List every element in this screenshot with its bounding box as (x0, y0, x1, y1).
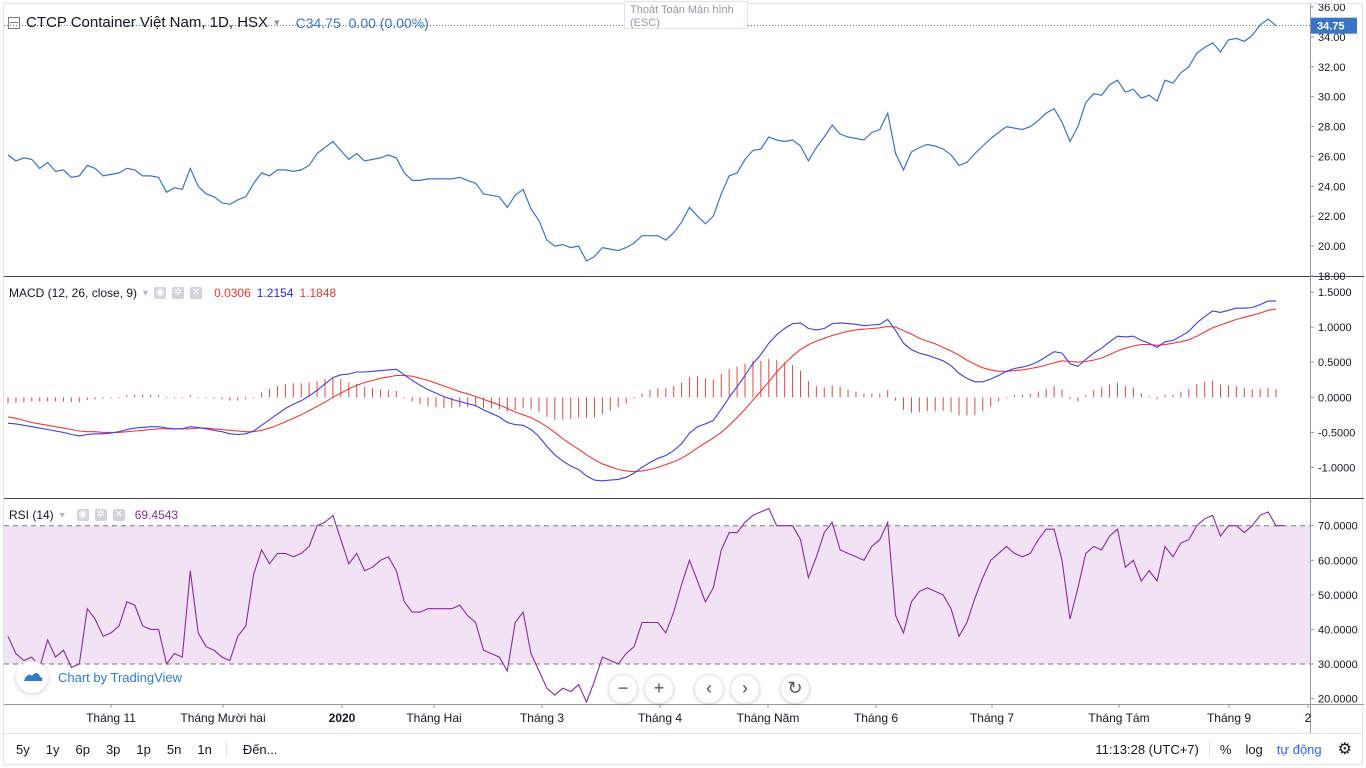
time-tick-label: Tháng 11 (86, 711, 136, 725)
macd-tick-label: -1.0000 (1318, 462, 1355, 474)
close-icon[interactable]: ✕ (112, 509, 125, 521)
price-tick-label: 22.00 (1318, 211, 1346, 223)
chevron-down-icon[interactable]: ▾ (143, 288, 148, 299)
eye-icon[interactable]: ◉ (154, 287, 167, 299)
chart-frame: 36.00 34.00 32.00 30.00 28.00 26.00 24.00 22.00… (3, 1, 1364, 765)
rsi-tick-label: 20.0000 (1318, 694, 1358, 706)
time-tick-label: Tháng 6 (854, 711, 898, 725)
rsi-tick-label: 70.0000 (1318, 521, 1358, 533)
auto-toggle[interactable]: tự động (1277, 742, 1322, 757)
zoom-in-icon[interactable]: + (644, 674, 674, 704)
exit-fullscreen-label: Thoát Toàn Màn hình (630, 4, 734, 16)
divider (1208, 741, 1210, 757)
exit-fullscreen-key: (ESC) (630, 17, 660, 29)
range-3m[interactable]: 3p (106, 742, 120, 757)
price-tick-label: 30.00 (1318, 92, 1346, 104)
log-toggle[interactable]: log (1245, 742, 1262, 757)
price-tick-label: 26.00 (1318, 151, 1346, 163)
eye-icon[interactable]: ◉ (76, 509, 89, 521)
price-change: 0.00 (0.00%) (348, 14, 429, 31)
rsi-band-fill (4, 525, 1310, 664)
range-1m[interactable]: 1p (136, 742, 150, 757)
last-price-badge-text: 34.75 (1317, 21, 1345, 33)
settings-icon[interactable]: ✲ (94, 509, 107, 521)
rsi-tick-label: 30.0000 (1318, 659, 1358, 671)
price-tick-label: 28.00 (1318, 122, 1346, 134)
time-tick-label: Tháng 3 (520, 711, 564, 725)
macd-label[interactable]: MACD (12, 26, close, 9) (9, 286, 137, 300)
range-6m[interactable]: 6p (75, 742, 89, 757)
macd-line (7, 300, 1276, 482)
rsi-value: 69.4543 (134, 508, 179, 522)
time-tick-label: 2 (1305, 711, 1312, 725)
macd-hist-value: 0.0306 (214, 286, 251, 300)
series-icon[interactable] (8, 16, 20, 29)
time-tick-label: Tháng Tám (1088, 711, 1149, 725)
time-tick-label: Tháng 4 (638, 711, 682, 725)
chart-canvas[interactable]: 36.00 34.00 32.00 30.00 28.00 26.00 24.00 22.00… (4, 4, 1364, 734)
bottom-toolbar: 5y 1y 6p 3p 1p 5n 1n Đến... 11:13:28 (UT… (4, 733, 1362, 764)
macd-signal-line (7, 308, 1277, 473)
reset-icon[interactable]: ↻ (780, 674, 810, 704)
macd-tick-label: 1.5000 (1318, 287, 1352, 299)
macd-tick-label: -0.5000 (1318, 427, 1355, 439)
tradingview-branding[interactable]: Chart by TradingView (16, 661, 182, 693)
range-1y[interactable]: 1y (46, 742, 60, 757)
scroll-right-icon[interactable]: › (730, 674, 760, 704)
divider (225, 741, 227, 757)
price-tick-label: 32.00 (1318, 62, 1346, 74)
macd-legend: MACD (12, 26, close, 9) ▾ ◉ ✲ ✕ 0.0306 1… (9, 286, 336, 300)
price-prefix: C (295, 14, 306, 31)
rsi-tick-label: 50.0000 (1318, 590, 1358, 602)
exit-fullscreen-hint[interactable]: Thoát Toàn Màn hình (ESC) (624, 1, 748, 29)
macd-signal-value: 1.1848 (299, 286, 337, 300)
macd-value: 1.2154 (256, 286, 294, 300)
clock-time[interactable]: 11:13:28 (UTC+7) (1095, 742, 1198, 757)
chevron-down-icon[interactable]: ▾ (60, 510, 65, 521)
main-legend: CTCP Container Việt Nam, 1D, HSX ▾ C34.7… (8, 14, 429, 31)
price-value: 34.75 (305, 14, 341, 31)
time-tick-label: Tháng Năm (737, 711, 800, 725)
symbol-title[interactable]: CTCP Container Việt Nam, 1D, HSX (26, 14, 268, 31)
time-tick-label: 2020 (329, 711, 356, 725)
price-tick-label: 36.00 (1318, 4, 1346, 14)
macd-tick-label: 0.0000 (1318, 392, 1352, 404)
price-tick-label: 24.00 (1318, 181, 1346, 193)
close-icon[interactable]: ✕ (190, 287, 203, 299)
branding-text[interactable]: Chart by TradingView (58, 670, 182, 685)
rsi-tick-label: 60.0000 (1318, 555, 1358, 567)
rsi-label[interactable]: RSI (14) (9, 508, 54, 522)
rsi-legend: RSI (14) ▾ ◉ ✲ ✕ 69.4543 (9, 508, 178, 522)
price-tick-label: 34.00 (1318, 32, 1346, 44)
scroll-left-icon[interactable]: ‹ (694, 674, 724, 704)
price-tick-label: 18.00 (1318, 271, 1346, 283)
time-tick-label: Tháng 7 (970, 711, 1014, 725)
macd-tick-label: 1.0000 (1318, 322, 1352, 334)
tradingview-logo-icon (16, 661, 48, 693)
range-1d[interactable]: 1n (197, 742, 211, 757)
macd-tick-label: 0.5000 (1318, 357, 1352, 369)
settings-gear-icon[interactable]: ⚙ (1338, 739, 1352, 759)
chevron-down-icon[interactable]: ▾ (274, 16, 280, 29)
time-tick-label: Tháng Mười hai (180, 711, 265, 725)
rsi-tick-label: 40.0000 (1318, 624, 1358, 636)
range-5y[interactable]: 5y (16, 742, 30, 757)
goto-date-button[interactable]: Đến... (243, 742, 278, 757)
time-tick-label: Tháng Hai (406, 711, 461, 725)
range-5d[interactable]: 5n (167, 742, 181, 757)
price-series-line (7, 18, 1277, 262)
settings-icon[interactable]: ✲ (172, 287, 185, 299)
time-tick-label: Tháng 9 (1207, 711, 1251, 725)
zoom-out-icon[interactable]: − (608, 674, 638, 704)
percent-toggle[interactable]: % (1220, 742, 1232, 757)
price-tick-label: 20.00 (1318, 241, 1346, 253)
